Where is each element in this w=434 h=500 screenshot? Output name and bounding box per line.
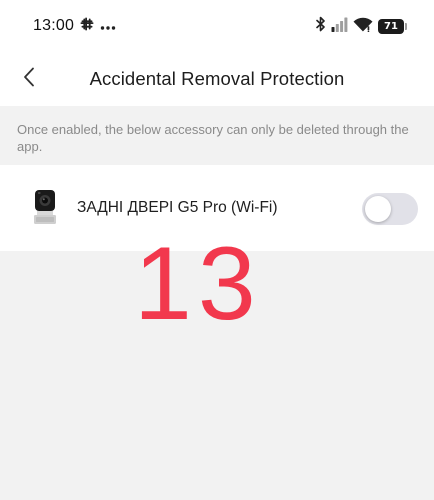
overlay-number-label: 13 <box>134 226 262 342</box>
top-app-bar: Accidental Removal Protection <box>0 52 434 106</box>
battery-level: 71 <box>384 21 398 32</box>
status-notification-icons <box>80 17 116 36</box>
status-time: 13:00 <box>33 17 75 34</box>
status-system-icons: 71 <box>316 16 407 37</box>
page-title: Accidental Removal Protection <box>89 68 345 89</box>
info-section: Once enabled, the below accessory can on… <box>0 107 434 164</box>
bluetooth-icon <box>316 16 326 37</box>
more-dots-icon <box>100 18 116 36</box>
toggle-knob <box>365 196 391 222</box>
battery-icon: 71 <box>378 19 407 34</box>
slack-icon <box>80 17 94 36</box>
camera-icon <box>32 189 58 227</box>
info-description: Once enabled, the below accessory can on… <box>17 122 409 154</box>
wifi-icon <box>353 17 373 37</box>
signal-icon <box>331 17 348 37</box>
app-screen: 13:00 71 Accidental Removal Protection O… <box>0 0 434 500</box>
removal-protection-toggle[interactable] <box>362 193 418 225</box>
status-bar: 13:00 71 <box>0 0 434 52</box>
device-name: ЗАДНІ ДВЕРІ G5 Pro (Wi-Fi) <box>77 199 278 216</box>
